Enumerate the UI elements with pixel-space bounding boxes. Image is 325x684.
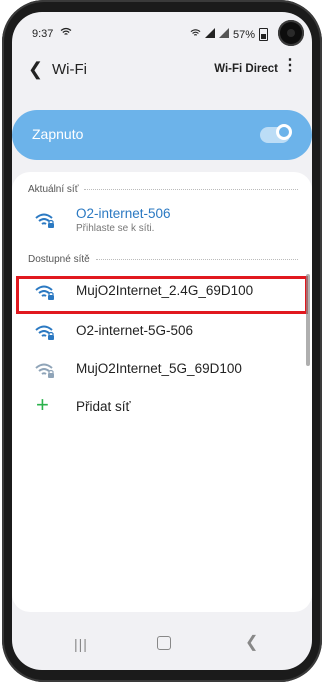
status-time: 9:37 [32, 28, 54, 40]
status-signal-icon-2 [218, 28, 229, 41]
network-name: MujO2Internet_5G_69D100 [76, 361, 242, 376]
section-divider [84, 189, 298, 190]
wifi-toggle-label: Zapnuto [32, 126, 84, 142]
current-network-row[interactable]: O2-internet-506 Přihlaste se k síti. [12, 202, 312, 238]
status-bar: 9:37 57% [12, 12, 312, 46]
current-network-name: O2-internet-506 [76, 206, 171, 221]
scrollbar[interactable] [306, 274, 310, 366]
back-icon[interactable]: ❮ [245, 632, 258, 652]
battery-icon [259, 28, 268, 41]
highlight-box [16, 276, 308, 314]
status-wifi-icon-right [190, 28, 201, 41]
recent-apps-icon[interactable]: ||| [74, 636, 88, 652]
battery-percent: 57% [232, 28, 255, 41]
network-list-card: Aktuální síť O2-internet-506 Přihlaste s… [12, 172, 312, 612]
current-network-header: Aktuální síť [28, 184, 79, 195]
status-wifi-icon [60, 27, 72, 40]
current-network-section: Aktuální síť [28, 184, 298, 195]
home-icon[interactable] [157, 636, 171, 650]
network-name: O2-internet-5G-506 [76, 323, 194, 338]
wifi-switch-knob[interactable] [276, 124, 292, 140]
page-title: Wi-Fi [52, 61, 87, 78]
app-header: ❮ Wi-Fi Wi-Fi Direct ⋮ [12, 50, 312, 90]
wifi-direct-button[interactable]: Wi-Fi Direct [214, 63, 278, 75]
phone-frame: 9:37 57% ❮ Wi-Fi Wi-Fi Direct ⋮ Zapnuto … [2, 0, 322, 682]
more-options-icon[interactable]: ⋮ [282, 58, 298, 74]
add-network-row[interactable]: + Přidat síť [12, 390, 312, 426]
status-signal-icon [204, 28, 215, 41]
network-row-3[interactable]: MujO2Internet_5G_69D100 [12, 352, 312, 388]
wifi-lock-icon [34, 212, 56, 230]
plus-icon: + [36, 392, 49, 417]
current-network-status: Přihlaste se k síti. [76, 223, 155, 234]
add-network-label: Přidat síť [76, 399, 131, 414]
screen: 9:37 57% ❮ Wi-Fi Wi-Fi Direct ⋮ Zapnuto … [12, 12, 312, 670]
available-networks-section: Dostupné sítě [28, 254, 298, 265]
navigation-bar: ||| ❮ [12, 620, 312, 670]
wifi-lock-icon [34, 324, 56, 342]
front-camera [278, 20, 304, 46]
wifi-toggle-card[interactable]: Zapnuto [12, 110, 312, 160]
available-networks-header: Dostupné sítě [28, 254, 90, 265]
back-arrow-icon[interactable]: ❮ [28, 59, 43, 80]
network-row-2[interactable]: O2-internet-5G-506 [12, 314, 312, 350]
status-right: 57% [190, 28, 268, 41]
section-divider-2 [95, 259, 298, 260]
wifi-lock-icon [34, 362, 56, 380]
